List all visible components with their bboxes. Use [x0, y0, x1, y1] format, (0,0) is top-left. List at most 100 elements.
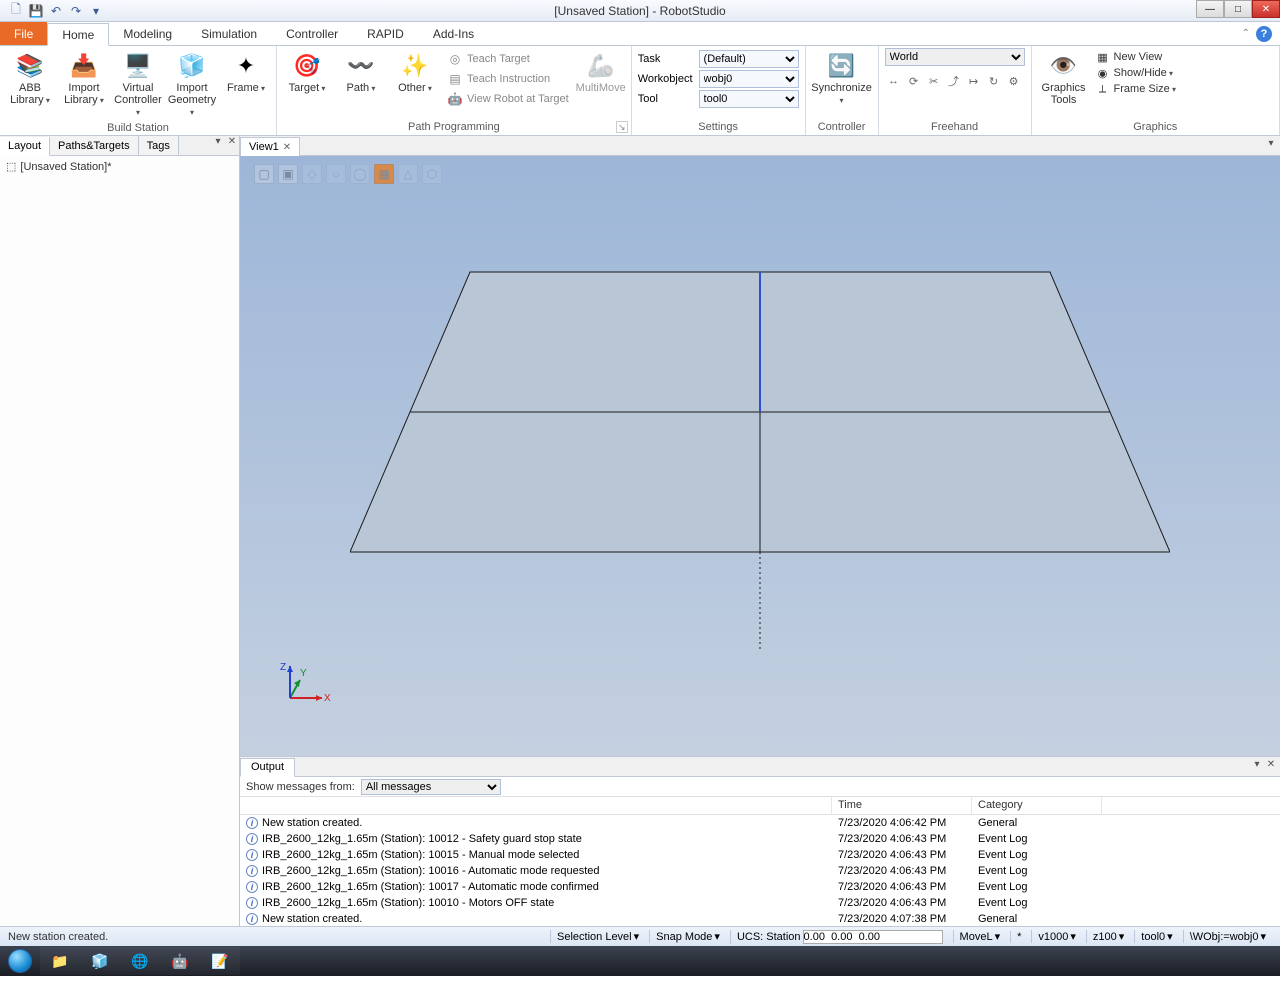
- freehand-rotate-icon[interactable]: ⟳: [905, 72, 923, 90]
- vt-icon-6[interactable]: ▦: [374, 164, 394, 184]
- path-button[interactable]: 〰️ Path: [337, 48, 385, 96]
- output-col-category[interactable]: Category: [972, 797, 1102, 814]
- output-message: IRB_2600_12kg_1.65m (Station): 10016 - A…: [262, 865, 600, 877]
- output-row[interactable]: iIRB_2600_12kg_1.65m (Station): 10010 - …: [240, 895, 1280, 911]
- abb-library-button[interactable]: 📚 ABB Library: [6, 48, 54, 108]
- tab-file[interactable]: File: [0, 22, 47, 45]
- vt-icon-3[interactable]: ◇: [302, 164, 322, 184]
- taskbar-app2-icon[interactable]: 🌐: [120, 947, 160, 975]
- world-select[interactable]: World: [885, 48, 1025, 66]
- output-row[interactable]: iNew station created.7/23/2020 4:07:38 P…: [240, 911, 1280, 926]
- panel-dropdown-icon[interactable]: ▾: [211, 136, 225, 155]
- target-button[interactable]: 🎯 Target: [283, 48, 331, 96]
- minimize-button[interactable]: —: [1196, 0, 1224, 18]
- tab-controller[interactable]: Controller: [272, 22, 353, 45]
- maximize-button[interactable]: □: [1224, 0, 1252, 18]
- tab-home[interactable]: Home: [47, 23, 109, 46]
- tab-simulation[interactable]: Simulation: [187, 22, 272, 45]
- geometry-icon: 🧊: [176, 50, 208, 82]
- motion-type[interactable]: MoveL▾: [953, 930, 1007, 943]
- vt-icon-4[interactable]: ○: [326, 164, 346, 184]
- tab-rapid[interactable]: RAPID: [353, 22, 419, 45]
- taskbar-app3-icon[interactable]: 🤖: [160, 947, 200, 975]
- view1-tab[interactable]: View1 ✕: [240, 137, 300, 156]
- taskbar-app1-icon[interactable]: 🧊: [80, 947, 120, 975]
- tool-status[interactable]: tool0▾: [1134, 930, 1178, 943]
- path-group-launcher[interactable]: ↘: [616, 121, 628, 133]
- selection-level[interactable]: Selection Level▾: [550, 930, 645, 943]
- view-tab-close-icon[interactable]: ✕: [283, 142, 291, 153]
- virtual-controller-button[interactable]: 🖥️ Virtual Controller: [114, 48, 162, 120]
- status-bar: New station created. Selection Level▾ Sn…: [0, 926, 1280, 946]
- show-hide-button[interactable]: ◉Show/Hide: [1096, 66, 1177, 80]
- vt-icon-5[interactable]: ◯: [350, 164, 370, 184]
- panel-close-icon[interactable]: ✕: [225, 136, 239, 155]
- window-title: [Unsaved Station] - RobotStudio: [554, 4, 725, 18]
- zone[interactable]: z100▾: [1086, 930, 1130, 943]
- vt-icon-8[interactable]: ⬡: [422, 164, 442, 184]
- output-row[interactable]: iIRB_2600_12kg_1.65m (Station): 10016 - …: [240, 863, 1280, 879]
- qat-undo-icon[interactable]: ↶: [48, 3, 64, 19]
- workobject-select[interactable]: wobj0: [699, 70, 799, 88]
- view-robot-button[interactable]: 🤖View Robot at Target: [445, 90, 571, 108]
- tab-layout[interactable]: Layout: [0, 137, 50, 156]
- output-row[interactable]: iIRB_2600_12kg_1.65m (Station): 10015 - …: [240, 847, 1280, 863]
- qat-redo-icon[interactable]: ↷: [68, 3, 84, 19]
- vt-icon-1[interactable]: ▢: [254, 164, 274, 184]
- tab-tags[interactable]: Tags: [139, 136, 179, 155]
- qat-new-icon[interactable]: 🗋: [8, 3, 24, 19]
- freehand-cut-icon[interactable]: ✂: [925, 72, 943, 90]
- ucs-field[interactable]: [803, 930, 943, 944]
- teach-instruction-button[interactable]: ▤Teach Instruction: [445, 70, 571, 88]
- import-library-button[interactable]: 📥 Import Library: [60, 48, 108, 108]
- multimove-button[interactable]: 🦾 MultiMove: [577, 48, 625, 96]
- status-message: New station created.: [8, 931, 108, 943]
- wobj-status[interactable]: \WObj:=wobj0▾: [1183, 930, 1272, 943]
- snap-mode[interactable]: Snap Mode▾: [649, 930, 726, 943]
- 3d-viewport[interactable]: ▢ ▣ ◇ ○ ◯ ▦ △ ⬡ X Y Z: [240, 156, 1280, 756]
- start-button[interactable]: [0, 946, 40, 976]
- teach-target-button[interactable]: ◎Teach Target: [445, 50, 571, 68]
- frame-button[interactable]: ✦ Frame: [222, 48, 270, 96]
- freehand-linear-icon[interactable]: ↦: [965, 72, 983, 90]
- speed[interactable]: v1000▾: [1031, 930, 1082, 943]
- filter-select[interactable]: All messages: [361, 779, 501, 795]
- qat-save-icon[interactable]: 💾: [28, 3, 44, 19]
- output-category: Event Log: [972, 881, 1102, 893]
- other-button[interactable]: ✨ Other: [391, 48, 439, 96]
- output-message: New station created.: [262, 817, 362, 829]
- taskbar-explorer-icon[interactable]: 📁: [40, 947, 80, 975]
- tab-modeling[interactable]: Modeling: [109, 22, 187, 45]
- task-select[interactable]: (Default): [699, 50, 799, 68]
- close-button[interactable]: ✕: [1252, 0, 1280, 18]
- output-row[interactable]: iNew station created.7/23/2020 4:06:42 P…: [240, 815, 1280, 831]
- help-icon[interactable]: ?: [1256, 26, 1272, 42]
- freehand-move-icon[interactable]: ↔: [885, 72, 903, 90]
- freehand-reorient-icon[interactable]: ↻: [985, 72, 1003, 90]
- frame-size-button[interactable]: ⟂Frame Size: [1096, 82, 1177, 96]
- output-col-message[interactable]: [240, 797, 832, 814]
- tab-paths-targets[interactable]: Paths&Targets: [50, 136, 139, 155]
- view-dropdown-icon[interactable]: ▾: [1264, 138, 1278, 149]
- import-geometry-button[interactable]: 🧊 Import Geometry: [168, 48, 216, 120]
- output-row[interactable]: iIRB_2600_12kg_1.65m (Station): 10012 - …: [240, 831, 1280, 847]
- tab-addins[interactable]: Add-Ins: [419, 22, 489, 45]
- freehand-joints-icon[interactable]: ⚙: [1005, 72, 1023, 90]
- station-node[interactable]: ⬚ [Unsaved Station]*: [6, 160, 233, 173]
- output-rows: iNew station created.7/23/2020 4:06:42 P…: [240, 815, 1280, 926]
- vt-icon-7[interactable]: △: [398, 164, 418, 184]
- output-row[interactable]: iIRB_2600_12kg_1.65m (Station): 10017 - …: [240, 879, 1280, 895]
- qat-more-icon[interactable]: ▾: [88, 3, 104, 19]
- new-view-button[interactable]: ▦New View: [1096, 50, 1177, 64]
- synchronize-button[interactable]: 🔄 Synchronize: [812, 48, 872, 108]
- tool-select[interactable]: tool0: [699, 90, 799, 108]
- output-close-icon[interactable]: ✕: [1264, 759, 1278, 770]
- freehand-jog-icon[interactable]: ⤴: [945, 72, 963, 90]
- output-tab[interactable]: Output: [240, 758, 295, 777]
- vt-icon-2[interactable]: ▣: [278, 164, 298, 184]
- ribbon-collapse-icon[interactable]: ⌃: [1242, 28, 1250, 39]
- output-dropdown-icon[interactable]: ▾: [1250, 759, 1264, 770]
- graphics-tools-button[interactable]: 👁️ Graphics Tools: [1038, 48, 1090, 108]
- taskbar-app4-icon[interactable]: 📝: [200, 947, 240, 975]
- output-col-time[interactable]: Time: [832, 797, 972, 814]
